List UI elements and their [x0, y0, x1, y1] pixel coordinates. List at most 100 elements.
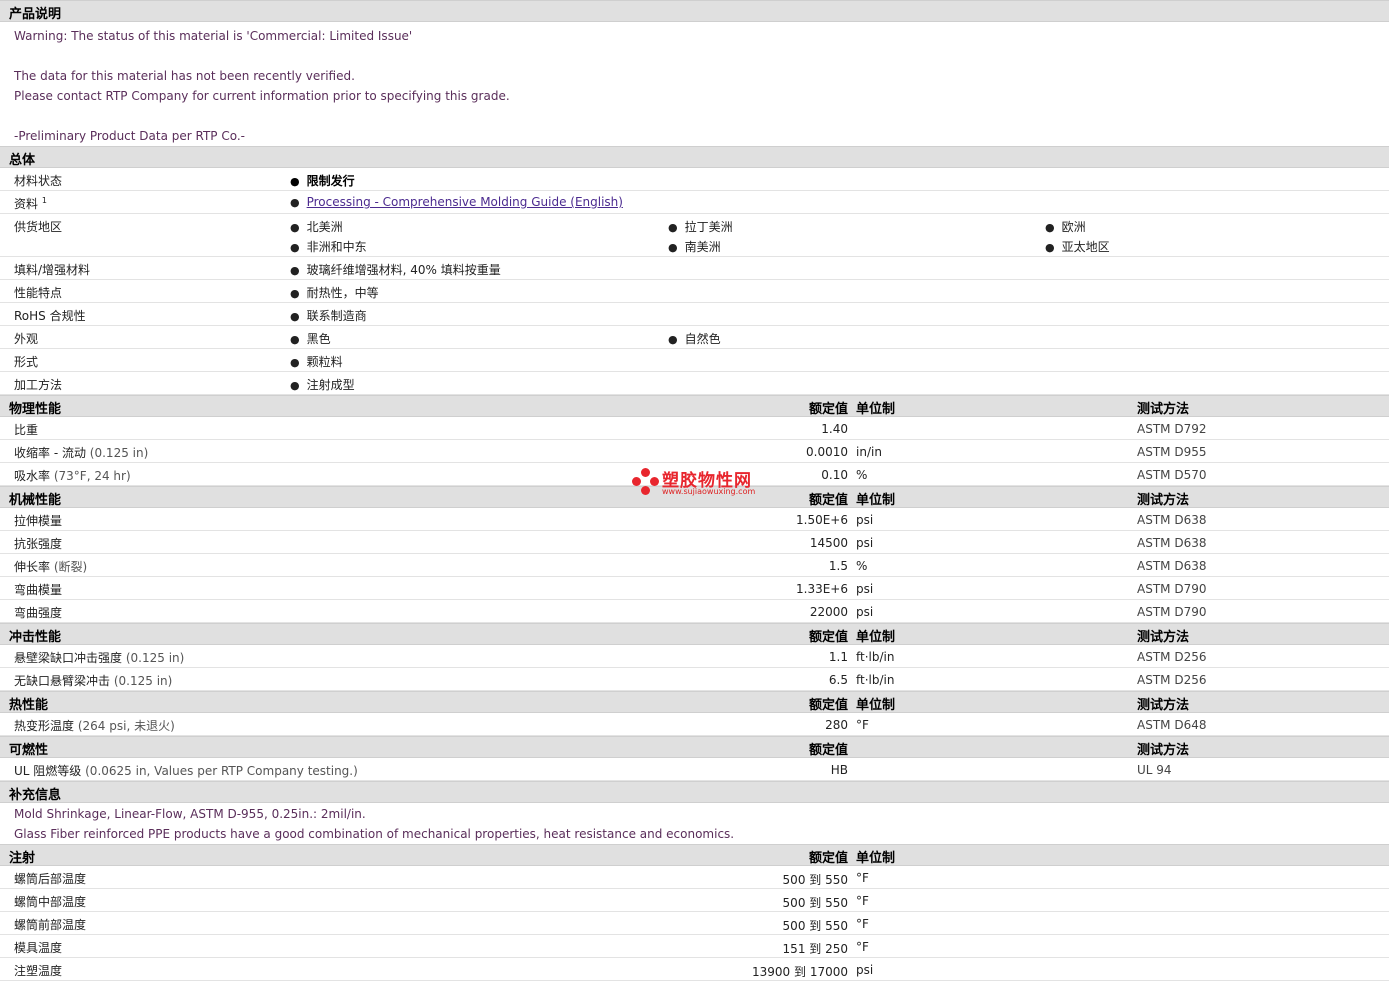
row-label: UL 阻燃等级 (0.0625 in, Values per RTP Compa…	[14, 762, 358, 779]
property-row: 伸长率 (断裂) 1.5 % ASTM D638	[0, 554, 1389, 577]
label-text: 收缩率 - 流动	[14, 446, 86, 460]
section-header-supplemental: 补充信息	[0, 781, 1389, 803]
property-row: 比重 1.40 ASTM D792	[0, 417, 1389, 440]
row-unit: °F	[856, 940, 869, 954]
col-header-method: 测试方法	[1137, 698, 1190, 713]
row-value: 1.50E+6	[796, 513, 848, 527]
section-title: 注射	[9, 851, 36, 866]
row-method: ASTM D638	[1137, 536, 1207, 550]
row-value: 1.33E+6	[796, 582, 848, 596]
col-header-unit: 单位制	[856, 493, 896, 508]
section-header-flammability: 可燃性 额定值 测试方法	[0, 736, 1389, 758]
col-header-unit: 单位制	[856, 630, 896, 645]
logo-dots-icon	[632, 468, 662, 498]
description-notes: Warning: The status of this material is …	[0, 22, 1389, 146]
row-label: 比重	[14, 423, 39, 437]
col-header-method: 测试方法	[1137, 630, 1190, 645]
row-label: 收缩率 - 流动 (0.125 in)	[14, 444, 148, 461]
bullet-item: ● 玻璃纤维增强材料, 40% 填料按重量	[290, 261, 501, 278]
section-header-general: 总体	[0, 146, 1389, 168]
col-header-method: 测试方法	[1137, 402, 1190, 417]
note-line	[14, 106, 1375, 126]
label-text: UL 阻燃等级	[14, 764, 82, 778]
property-row: 螺筒前部温度 500 到 550 °F	[0, 912, 1389, 935]
bullet-icon: ●	[290, 264, 300, 277]
bullet-item: ● 北美洲	[290, 218, 343, 235]
row-label: 供货地区	[14, 220, 63, 234]
item-text: 拉丁美洲	[684, 220, 733, 234]
general-row-availability: 供货地区 ● 北美洲 ● 拉丁美洲 ● 欧洲 ● 非洲和中东 ● 南美洲 ● 亚太地区	[0, 214, 1389, 257]
row-unit: ft·lb/in	[856, 673, 895, 687]
row-value: 151 到 250	[782, 942, 848, 956]
note-line: Please contact RTP Company for current i…	[14, 89, 510, 103]
row-unit: psi	[856, 963, 874, 977]
bullet-item: ● 自然色	[668, 330, 721, 347]
row-label: 热变形温度 (264 psi, 未退火)	[14, 717, 175, 734]
item-text: 玻璃纤维增强材料, 40% 填料按重量	[306, 263, 501, 277]
section-header-impact: 冲击性能 额定值 单位制 测试方法	[0, 623, 1389, 645]
bullet-item: ● 欧洲	[1045, 218, 1086, 235]
note-line: -Preliminary Product Data per RTP Co.-	[14, 129, 245, 143]
note-line: The data for this material has not been …	[14, 69, 355, 83]
row-unit: °F	[856, 917, 869, 931]
bullet-item: ● 联系制造商	[290, 307, 367, 324]
property-row: 收缩率 - 流动 (0.125 in) 0.0010 in/in ASTM D9…	[0, 440, 1389, 463]
row-method: ASTM D790	[1137, 582, 1207, 596]
label-condition: (0.125 in)	[113, 674, 173, 688]
note-line: Glass Fiber reinforced PPE products have…	[14, 827, 735, 841]
property-row: UL 阻燃等级 (0.0625 in, Values per RTP Compa…	[0, 758, 1389, 781]
row-label: 加工方法	[14, 378, 63, 392]
section-title: 补充信息	[9, 788, 62, 803]
row-unit: psi	[856, 513, 874, 527]
general-row-filler: 填料/增强材料 ● 玻璃纤维增强材料, 40% 填料按重量	[0, 257, 1389, 280]
bullet-item: ● 亚太地区	[1045, 238, 1110, 255]
row-unit: °F	[856, 871, 869, 885]
bullet-item: ● 黑色	[290, 330, 331, 347]
section-title: 可燃性	[9, 743, 49, 758]
item-text: 欧洲	[1061, 220, 1086, 234]
bullet-icon: ●	[668, 333, 678, 346]
bullet-icon: ●	[290, 221, 300, 234]
row-method: ASTM D638	[1137, 513, 1207, 527]
section-title: 产品说明	[9, 7, 62, 22]
property-row: 注塑温度 13900 到 17000 psi	[0, 958, 1389, 981]
row-label: 抗张强度	[14, 537, 63, 551]
processing-guide-link[interactable]: Processing - Comprehensive Molding Guide…	[307, 195, 623, 209]
col-header-value: 额定值	[808, 851, 848, 866]
row-value: 280	[825, 718, 848, 732]
row-value: 0.0010	[806, 445, 848, 459]
row-unit: %	[856, 468, 868, 482]
bullet-icon: ●	[668, 241, 678, 254]
label-text: 伸长率	[14, 560, 51, 574]
item-text: 联系制造商	[306, 309, 367, 323]
note-line	[14, 46, 1375, 66]
bullet-icon: ●	[668, 221, 678, 234]
bullet-icon: ●	[290, 287, 300, 300]
row-value: HB	[830, 763, 848, 777]
general-row-processing: 加工方法 ● 注射成型	[0, 372, 1389, 395]
bullet-icon: ●	[290, 310, 300, 323]
property-row: 悬壁梁缺口冲击强度 (0.125 in) 1.1 ft·lb/in ASTM D…	[0, 645, 1389, 668]
col-header-unit: 单位制	[856, 698, 896, 713]
item-text: 自然色	[684, 332, 721, 346]
bullet-item: ● 拉丁美洲	[668, 218, 733, 235]
note-line: Mold Shrinkage, Linear-Flow, ASTM D-955,…	[14, 807, 366, 821]
label-condition: (0.0625 in, Values per RTP Company testi…	[85, 764, 358, 778]
row-value: 13900 到 17000	[752, 965, 848, 979]
item-text: 亚太地区	[1061, 240, 1110, 254]
row-value: 500 到 550	[782, 896, 848, 910]
property-row: 拉伸模量 1.50E+6 psi ASTM D638	[0, 508, 1389, 531]
row-value: 6.5	[828, 673, 848, 687]
note-line: Warning: The status of this material is …	[14, 29, 413, 43]
section-header-description: 产品说明	[0, 0, 1389, 22]
row-label: 填料/增强材料	[14, 263, 91, 277]
row-label: 螺筒后部温度	[14, 872, 87, 886]
datasheet-page: 产品说明 Warning: The status of this materia…	[0, 0, 1389, 981]
col-header-unit: 单位制	[856, 851, 896, 866]
item-text: 颗粒料	[306, 355, 343, 369]
general-row-appearance: 外观 ● 黑色 ● 自然色	[0, 326, 1389, 349]
row-label: 吸水率 (73°F, 24 hr)	[14, 467, 131, 484]
col-header-value: 额定值	[808, 402, 848, 417]
supplemental-notes: Mold Shrinkage, Linear-Flow, ASTM D-955,…	[0, 803, 1389, 844]
label-condition: (264 psi, 未退火)	[77, 719, 175, 733]
